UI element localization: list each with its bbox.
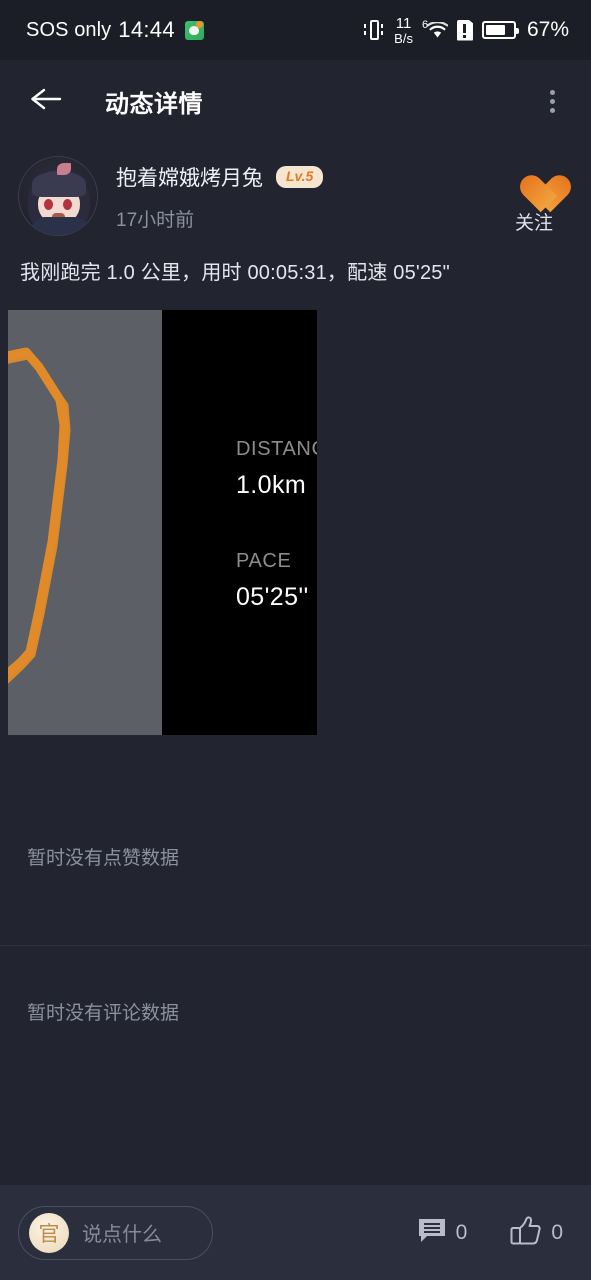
heart-icon <box>512 160 556 200</box>
author-name[interactable]: 抱着嫦娥烤月兔 <box>116 162 263 192</box>
post-author-row: 抱着嫦娥烤月兔 Lv.5 17小时前 关注 <box>0 142 591 242</box>
more-vertical-icon-dot <box>549 98 555 104</box>
likes-section: 暂时没有点赞数据 <box>0 843 591 945</box>
comment-count-button[interactable]: 0 <box>417 1217 468 1249</box>
page-title: 动态详情 <box>105 90 203 118</box>
battery-percent-label: 67% <box>526 18 569 41</box>
comment-icon <box>417 1217 447 1249</box>
wechat-like-app-icon <box>184 20 204 40</box>
post-media[interactable]: DISTANCE 1.0km PACE 05'25'' <box>8 310 317 735</box>
author-name-line: 抱着嫦娥烤月兔 Lv.5 <box>116 162 497 192</box>
bottom-action-bar: 官 说点什么 0 0 <box>0 1185 591 1280</box>
stat-pace-label: PACE <box>236 550 292 572</box>
stat-distance-label: DISTANCE <box>236 438 317 460</box>
clock-label: 14:44 <box>118 17 175 42</box>
author-info: 抱着嫦娥烤月兔 Lv.5 17小时前 <box>116 156 497 232</box>
stat-pace: PACE 05'25'' <box>236 550 309 612</box>
status-bar-right: 11 B/s 6 67% <box>363 16 569 45</box>
network-speed-value: 11 <box>395 14 412 32</box>
run-route-map <box>8 310 162 735</box>
carrier-label: SOS only <box>26 18 112 41</box>
like-count: 0 <box>551 1220 563 1244</box>
follow-button[interactable]: 关注 <box>497 156 571 235</box>
more-vertical-icon-dot <box>549 107 555 113</box>
network-speed-unit: B/s <box>394 30 413 46</box>
stat-pace-value: 05'25'' <box>236 583 309 611</box>
comment-input-placeholder: 说点什么 <box>82 1224 162 1246</box>
current-user-avatar: 官 <box>29 1212 69 1253</box>
app-header: 动态详情 <box>0 60 591 142</box>
back-button[interactable] <box>26 80 68 122</box>
more-options-button[interactable] <box>535 81 569 121</box>
battery-icon <box>481 21 519 39</box>
wifi-icon: 6 <box>422 18 448 42</box>
stat-distance: DISTANCE 1.0km <box>236 438 317 500</box>
likes-empty-text: 暂时没有点赞数据 <box>27 848 180 869</box>
more-vertical-icon-dot <box>549 89 555 95</box>
avatar[interactable] <box>18 156 98 236</box>
thumbs-up-icon <box>509 1215 542 1251</box>
back-arrow-icon <box>29 85 65 118</box>
comments-section: 暂时没有评论数据 <box>0 946 591 1025</box>
status-bar: SOS only 14:44 11 B/s 6 67% <box>0 0 591 60</box>
comment-count: 0 <box>455 1220 468 1244</box>
status-bar-left: SOS only 14:44 <box>26 17 204 43</box>
vibrate-icon <box>363 18 385 42</box>
stat-distance-value: 1.0km <box>236 471 307 499</box>
network-speed-indicator: 11 B/s <box>394 16 413 45</box>
like-count-button[interactable]: 0 <box>509 1215 563 1251</box>
comment-input[interactable]: 官 说点什么 <box>18 1205 214 1260</box>
run-stats-panel: DISTANCE 1.0km PACE 05'25'' <box>162 310 317 735</box>
follow-label: 关注 <box>514 213 553 234</box>
post-timestamp: 17小时前 <box>116 210 195 231</box>
post-text: 我刚跑完 1.0 公里，用时 00:05:31，配速 05'25" <box>20 262 450 284</box>
sim-alert-icon <box>456 19 473 41</box>
level-badge: Lv.5 <box>276 165 324 189</box>
comments-empty-text: 暂时没有评论数据 <box>27 1003 180 1024</box>
